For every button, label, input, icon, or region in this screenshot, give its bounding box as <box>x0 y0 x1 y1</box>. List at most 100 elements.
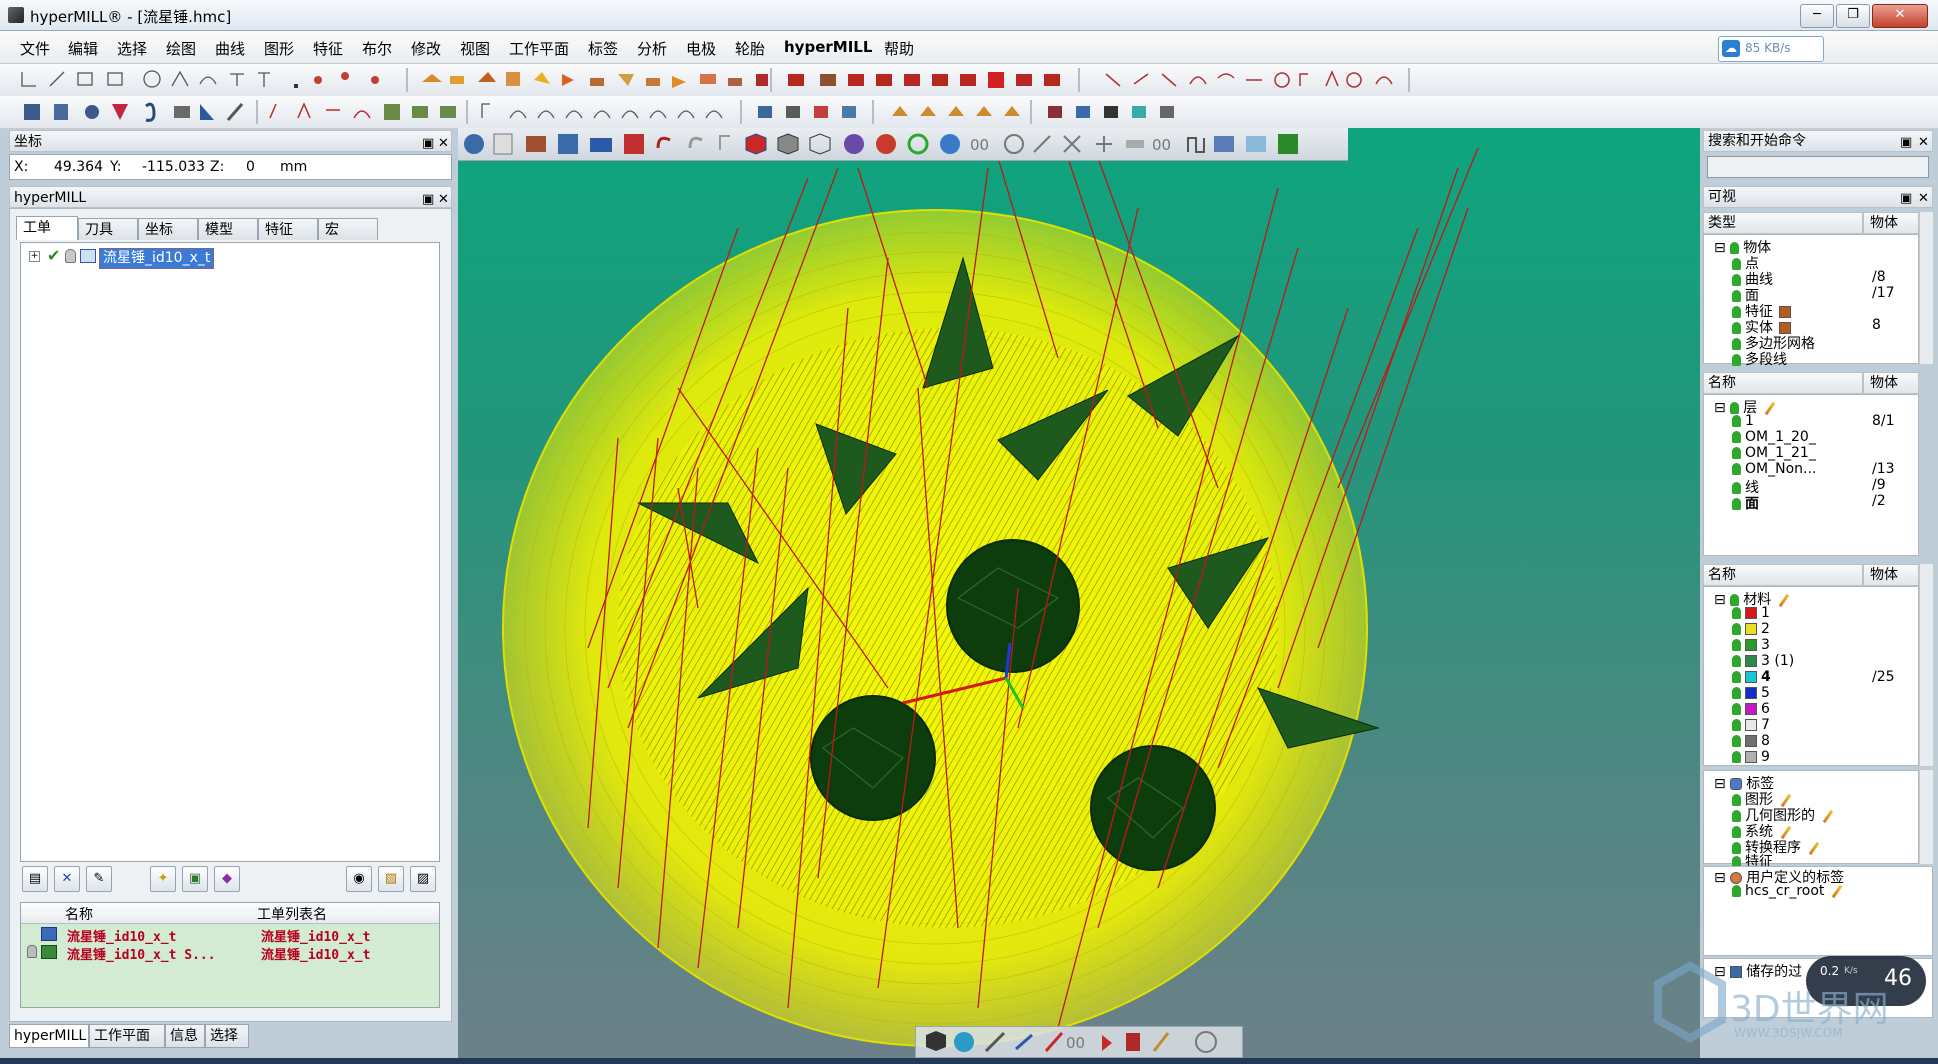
menu-feature[interactable]: 特征 <box>313 38 343 59</box>
tab-coordinates[interactable]: 坐标 <box>138 218 198 240</box>
bulb-icon[interactable] <box>27 945 37 958</box>
layer-item[interactable]: OM_1_21_ <box>1732 445 1816 461</box>
material-item[interactable]: 3 (1) <box>1732 653 1794 669</box>
close-button[interactable]: ✕ <box>1872 4 1928 28</box>
view-toolbar-icons[interactable]: 00 00 <box>458 128 1348 160</box>
col-object[interactable]: 物体 <box>1863 212 1919 234</box>
tab-selection[interactable]: 选择 <box>205 1024 249 1048</box>
bottom-toolbar-icons[interactable]: 00 <box>916 1027 1244 1057</box>
tab-jobs[interactable]: 工单 <box>16 216 78 240</box>
layer-item[interactable]: OM_1_20_ <box>1732 429 1816 445</box>
col-layer-name[interactable]: 名称 <box>1703 372 1863 394</box>
layer-item[interactable]: 面 <box>1732 493 1759 513</box>
search-input[interactable] <box>1707 156 1929 178</box>
tab-tools[interactable]: 刀具 <box>78 218 138 240</box>
tab-workplane[interactable]: 工作平面 <box>89 1024 165 1048</box>
check-icon[interactable]: ✔ <box>47 246 60 265</box>
menu-curve[interactable]: 曲线 <box>215 38 245 59</box>
bulb-icon[interactable] <box>65 249 76 263</box>
material-item[interactable]: 8 <box>1732 733 1770 749</box>
view-button[interactable]: ◉ <box>346 866 372 892</box>
menu-analysis[interactable]: 分析 <box>637 38 667 59</box>
material-item[interactable]: 2 <box>1732 621 1770 637</box>
pin-icon[interactable]: ▣ <box>1900 189 1912 209</box>
3d-viewport[interactable]: 00 00 <box>458 128 1700 1060</box>
menu-boolean[interactable]: 布尔 <box>362 38 392 59</box>
job-item-selected[interactable]: 流星锤_id10_x_t <box>99 248 215 269</box>
menu-select[interactable]: 选择 <box>117 38 147 59</box>
menu-electrode[interactable]: 电极 <box>686 38 716 59</box>
menu-draw[interactable]: 绘图 <box>166 38 196 59</box>
pin-icon[interactable]: ▣ <box>1900 133 1912 153</box>
expand-icon[interactable]: + <box>29 251 40 262</box>
toolbar-1-icons[interactable] <box>0 64 1938 96</box>
panel-close-icon[interactable]: ✕ <box>1918 133 1929 153</box>
edit-button[interactable]: ✎ <box>86 866 112 892</box>
table-row-name[interactable]: 流星锤_id10_x_t S... <box>67 944 216 963</box>
user-tag-item[interactable]: hcs_cr_root <box>1732 883 1844 899</box>
material-scrollbar[interactable] <box>1919 564 1933 766</box>
col-material-object[interactable]: 物体 <box>1863 564 1919 586</box>
browse-button[interactable]: ▧ <box>378 866 404 892</box>
material-item[interactable]: 5 <box>1732 685 1770 701</box>
menu-tire[interactable]: 轮胎 <box>735 38 765 59</box>
maximize-button[interactable]: ❐ <box>1836 4 1870 28</box>
minimize-button[interactable]: ─ <box>1800 4 1834 28</box>
postprocess-button[interactable]: ◆ <box>214 866 240 892</box>
col-material-name[interactable]: 名称 <box>1703 564 1863 586</box>
tag-tree: ⊟ 标签 图形 几何图形的 系统 转换程序 特征 <box>1703 770 1919 870</box>
menu-file[interactable]: 文件 <box>20 38 50 59</box>
toolbar-2-icons[interactable] <box>0 96 1938 128</box>
tab-feature[interactable]: 特征 <box>258 218 318 240</box>
new-joblist-button[interactable]: ▤ <box>22 866 48 892</box>
table-row-name[interactable]: 流星锤_id10_x_t <box>67 926 176 945</box>
layer-count: /9 <box>1872 477 1886 493</box>
simulate-button[interactable]: ▣ <box>182 866 208 892</box>
panel-close-icon[interactable]: ✕ <box>1918 189 1929 209</box>
layer-item[interactable]: OM_Non... <box>1732 461 1816 477</box>
panel-close-icon[interactable]: ✕ <box>438 133 449 155</box>
col-name[interactable]: 名称 <box>65 904 93 924</box>
count-faces: /17 <box>1872 285 1895 301</box>
menu-shape[interactable]: 图形 <box>264 38 294 59</box>
pin-icon[interactable]: ▣ <box>422 133 434 155</box>
delete-button[interactable]: ✕ <box>54 866 80 892</box>
tag-scrollbar[interactable] <box>1919 770 1933 864</box>
col-joblist[interactable]: 工单列表名 <box>257 904 327 924</box>
tab-model[interactable]: 模型 <box>198 218 258 240</box>
tab-info[interactable]: 信息 <box>165 1024 205 1048</box>
y-value: -115.033 <box>142 159 205 175</box>
tab-macro[interactable]: 宏 <box>318 218 378 240</box>
material-item[interactable]: 4 <box>1732 669 1771 685</box>
menu-view[interactable]: 视图 <box>460 38 490 59</box>
type-scrollbar[interactable] <box>1919 212 1933 364</box>
material-item[interactable]: 7 <box>1732 717 1770 733</box>
layer-item[interactable]: 1 <box>1732 413 1754 429</box>
col-type[interactable]: 类型 <box>1703 212 1863 234</box>
tree-item-polylines[interactable]: 多段线 <box>1732 349 1787 369</box>
calculate-button[interactable]: ✦ <box>150 866 176 892</box>
network-speed-widget[interactable]: ☁ 85 KB/s <box>1718 36 1824 62</box>
job-list-header: 名称 工单列表名 <box>21 903 439 924</box>
material-item[interactable]: 1 <box>1732 605 1770 621</box>
menu-help[interactable]: 帮助 <box>884 38 914 59</box>
tab-hypermill[interactable]: hyperMILL <box>9 1024 89 1048</box>
menu-hypermill[interactable]: hyperMILL <box>784 38 872 56</box>
title-bar: hyperMILL® - [流星锤.hmc] ─ ❐ ✕ <box>0 0 1938 31</box>
coord-panel-title: 坐标 <box>14 134 42 150</box>
material-item[interactable]: 9 <box>1732 749 1770 765</box>
y-label: Y: <box>110 159 122 175</box>
table-row-joblist[interactable]: 流星锤_id10_x_t <box>261 944 370 963</box>
menu-edit[interactable]: 编辑 <box>68 38 98 59</box>
search-panel-title: 搜索和开始命令 <box>1708 133 1806 149</box>
report-button[interactable]: ▨ <box>410 866 436 892</box>
menu-modify[interactable]: 修改 <box>411 38 441 59</box>
col-layer-object[interactable]: 物体 <box>1863 372 1919 394</box>
material-item[interactable]: 3 <box>1732 637 1770 653</box>
table-row-joblist[interactable]: 流星锤_id10_x_t <box>261 926 370 945</box>
material-item[interactable]: 6 <box>1732 701 1770 717</box>
menu-label[interactable]: 标签 <box>588 38 618 59</box>
watermark-logo-icon <box>1654 961 1726 1043</box>
menu-workplane[interactable]: 工作平面 <box>509 38 569 59</box>
joblist-icon <box>80 249 96 263</box>
